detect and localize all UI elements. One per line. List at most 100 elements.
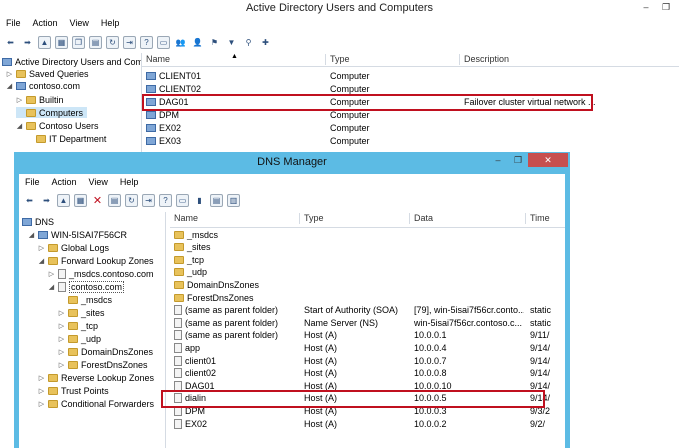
properties-icon[interactable]: ▤ [89, 35, 102, 49]
refresh-icon[interactable]: ↻ [106, 35, 119, 49]
help-icon[interactable]: ? [140, 35, 153, 49]
dns-col-type[interactable]: Type [300, 213, 410, 224]
dns-tree-forestdnszones[interactable]: ▷ ForestDnsZones [58, 359, 148, 370]
properties-icon[interactable]: ▤ [108, 193, 121, 207]
restore-icon[interactable]: ❐ [656, 0, 676, 14]
table-row[interactable]: dialin Host (A) 10.0.0.5 9/14/ [170, 393, 565, 404]
table-row[interactable]: DPM Host (A) 10.0.0.3 9/3/2 [170, 405, 565, 416]
console-icon[interactable]: ▭ [157, 35, 170, 49]
dns-menu-view[interactable]: View [89, 177, 108, 189]
dns-col-data[interactable]: Data [410, 213, 526, 224]
table-row[interactable]: DAG01 Computer Failover cluster virtual … [142, 96, 679, 107]
table-row[interactable]: app Host (A) 10.0.0.4 9/14/ [170, 342, 565, 353]
table-row[interactable]: client02 Host (A) 10.0.0.8 9/14/ [170, 368, 565, 379]
expand-icon[interactable]: ▷ [58, 322, 65, 330]
dns-tree-tcp[interactable]: ▷ _tcp [58, 320, 98, 331]
add-to-group-icon[interactable]: ✚ [259, 36, 272, 49]
table-row[interactable]: (same as parent folder) Start of Authorit… [170, 305, 565, 316]
server-icon[interactable]: ▮ [193, 194, 206, 207]
dns-menu-file[interactable]: File [25, 177, 40, 189]
export-icon[interactable]: ⇥ [142, 193, 155, 207]
dns-tree-msdcs[interactable]: _msdcs [58, 294, 112, 305]
table-row[interactable]: EX02 Host (A) 10.0.0.2 9/2/ [170, 418, 565, 429]
ad-menu-action[interactable]: Action [33, 18, 58, 30]
copy-icon[interactable]: ❐ [72, 35, 85, 49]
expand-icon[interactable]: ▷ [58, 348, 65, 356]
expand-icon[interactable]: ▷ [38, 400, 45, 408]
ad-tree-builtin[interactable]: ▷ Builtin [16, 94, 64, 105]
dns-menu-action[interactable]: Action [52, 177, 77, 189]
ad-tree-root[interactable]: Active Directory Users and Com [2, 56, 141, 67]
forward-icon[interactable]: ➡ [40, 194, 53, 207]
show-tree-icon[interactable]: ▦ [74, 193, 87, 207]
ad-col-type[interactable]: Type [326, 54, 460, 65]
expand-icon[interactable]: ▷ [6, 70, 13, 78]
console-icon[interactable]: ▭ [176, 193, 189, 207]
ad-col-description[interactable]: Description [460, 54, 679, 65]
ad-tree-computers[interactable]: Computers [16, 107, 88, 118]
dns-tree-root[interactable]: DNS [22, 216, 54, 227]
ad-tree-domain[interactable]: ◢ contoso.com [6, 80, 80, 91]
ad-tree-contoso-users[interactable]: ◢ Contoso Users [16, 120, 99, 131]
expand-icon[interactable]: ▷ [16, 96, 23, 104]
close-icon[interactable]: ✕ [528, 153, 568, 167]
collapse-icon[interactable]: ◢ [16, 122, 23, 130]
table-row[interactable]: client01 Host (A) 10.0.0.7 9/14/ [170, 355, 565, 366]
dns-tree-contoso-zone[interactable]: ◢ contoso.com [48, 280, 125, 293]
ad-menu-help[interactable]: Help [101, 18, 120, 30]
dns-tree-server[interactable]: ◢ WIN-5ISAI7F56CR [28, 229, 127, 240]
table-row[interactable]: _tcp [170, 254, 565, 265]
collapse-icon[interactable]: ◢ [38, 257, 45, 265]
expand-icon[interactable]: ▷ [48, 270, 55, 278]
table-row[interactable]: DAG01 Host (A) 10.0.0.10 9/14/ [170, 380, 565, 391]
minimize-icon[interactable]: – [488, 153, 508, 167]
table-row[interactable]: _sites [170, 242, 565, 253]
new-group-icon[interactable]: ⚑ [208, 36, 221, 49]
ad-menu-file[interactable]: File [6, 18, 21, 30]
up-folder-icon[interactable]: ▲ [38, 35, 51, 49]
table-row[interactable]: ForestDnsZones [170, 292, 565, 303]
table-row[interactable]: _msdcs [170, 229, 565, 240]
dns-tree-forward-zones[interactable]: ◢ Forward Lookup Zones [38, 255, 154, 266]
table-row[interactable]: (same as parent folder) Name Server (NS) w… [170, 317, 565, 328]
zone-icon[interactable]: ▤ [210, 193, 223, 207]
dns-tree-domaindnszones[interactable]: ▷ DomainDnsZones [58, 346, 153, 357]
expand-icon[interactable]: ▷ [38, 244, 45, 252]
refresh-icon[interactable]: ↻ [125, 193, 138, 207]
expand-icon[interactable]: ▷ [38, 374, 45, 382]
table-row[interactable]: (same as parent folder) Host (A) 10.0.0.1 9… [170, 330, 565, 341]
expand-icon[interactable]: ▷ [38, 387, 45, 395]
table-row[interactable]: DPM Computer [142, 109, 679, 120]
new-user-icon[interactable]: 👤 [191, 36, 204, 49]
ad-menu-view[interactable]: View [70, 18, 89, 30]
expand-icon[interactable]: ▷ [58, 309, 65, 317]
ad-tree-saved-queries[interactable]: ▷ Saved Queries [6, 68, 89, 79]
dns-menu-help[interactable]: Help [120, 177, 139, 189]
table-row[interactable]: _udp [170, 267, 565, 278]
table-row[interactable]: CLIENT01 Computer [142, 70, 679, 81]
filter-icon[interactable]: ▼ [225, 36, 238, 49]
record-icon[interactable]: ▥ [227, 193, 240, 207]
expand-icon[interactable]: ▷ [58, 361, 65, 369]
find-icon[interactable]: ⚲ [242, 36, 255, 49]
collapse-icon[interactable]: ◢ [6, 82, 13, 90]
help-icon[interactable]: ? [159, 193, 172, 207]
dns-col-name[interactable]: Name [170, 213, 300, 224]
dns-tree-sites[interactable]: ▷ _sites [58, 307, 105, 318]
dns-tree-udp[interactable]: ▷ _udp [58, 333, 101, 344]
dns-tree-global-logs[interactable]: ▷ Global Logs [38, 242, 109, 253]
restore-icon[interactable]: ❐ [508, 153, 528, 167]
dns-tree-reverse-zones[interactable]: ▷ Reverse Lookup Zones [38, 372, 154, 383]
collapse-icon[interactable]: ◢ [48, 283, 55, 291]
collapse-icon[interactable]: ◢ [28, 231, 35, 239]
table-row[interactable]: CLIENT02 Computer [142, 83, 679, 94]
delete-icon[interactable]: ✕ [91, 194, 104, 207]
export-icon[interactable]: ⇥ [123, 35, 136, 49]
table-row[interactable]: DomainDnsZones [170, 279, 565, 290]
minimize-icon[interactable]: – [636, 0, 656, 14]
back-icon[interactable]: ⬅ [4, 36, 17, 49]
dns-col-time[interactable]: Time [526, 213, 565, 224]
table-row[interactable]: EX03 Computer [142, 135, 679, 146]
up-folder-icon[interactable]: ▲ [57, 193, 70, 207]
dns-tree-trust-points[interactable]: ▷ Trust Points [38, 385, 109, 396]
